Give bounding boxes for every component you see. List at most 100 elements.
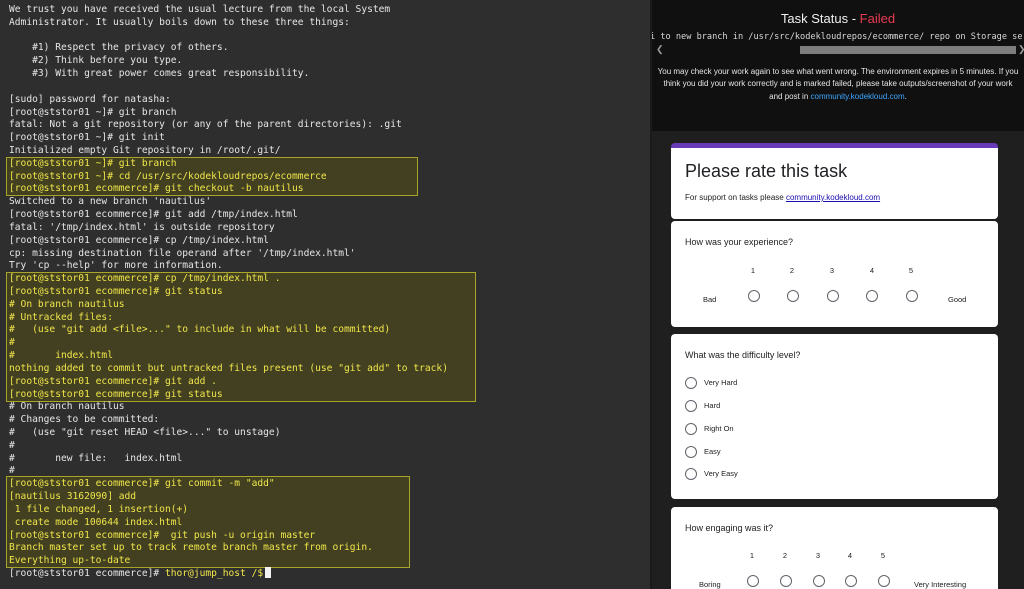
terminal-host-prompt: thor@jump_host /$ <box>164 568 264 579</box>
engagement-radio-5[interactable] <box>878 575 890 587</box>
engagement-question-card: How engaging was it? 1 2 3 4 5 Boring Ve… <box>671 507 998 589</box>
scale-low-label: Bad <box>703 295 717 304</box>
difficulty-option-label: Right On <box>704 424 734 433</box>
terminal-line: [root@ststor01 ecommerce]# cp /tmp/index… <box>9 235 269 246</box>
task-description-line: i to new branch in /usr/src/kodekloudrep… <box>652 32 1024 42</box>
message-line-2: think you did your work correctly and is… <box>663 79 1013 89</box>
difficulty-option-label: Very Hard <box>704 378 738 387</box>
difficulty-radio-right-on[interactable] <box>685 423 697 435</box>
terminal-line: [root@ststor01 ecommerce]# git status <box>9 286 223 297</box>
scale-number: 3 <box>815 551 821 560</box>
difficulty-option-label: Easy <box>704 447 721 456</box>
support-label: For support on tasks please <box>685 193 786 202</box>
terminal-line: [root@ststor01 ecommerce]# git checkout … <box>9 183 304 194</box>
scale-number: 1 <box>750 266 756 275</box>
terminal-line: # <box>9 465 15 476</box>
terminal-line: nothing added to commit but untracked fi… <box>9 363 448 374</box>
experience-question-title: How was your experience? <box>685 237 794 247</box>
scroll-left-icon[interactable]: ❮ <box>656 44 664 55</box>
scale-number: 5 <box>880 551 886 560</box>
terminal-line: fatal: '/tmp/index.html' is outside repo… <box>9 222 275 233</box>
difficulty-radio-hard[interactable] <box>685 400 697 412</box>
terminal-line: [root@ststor01 ecommerce]# git add . <box>9 376 217 387</box>
difficulty-question-card: What was the difficulty level? Very Hard… <box>671 334 998 499</box>
terminal-window[interactable]: We trust you have received the usual lec… <box>0 0 650 589</box>
terminal-prompt: [root@ststor01 ecommerce]# <box>9 568 165 579</box>
terminal-line: [root@ststor01 ~]# git branch <box>9 158 177 169</box>
terminal-line: [root@ststor01 ~]# git init <box>9 132 165 143</box>
experience-radio-1[interactable] <box>748 290 760 302</box>
terminal-line: # (use "git add <file>..." to include in… <box>9 324 391 335</box>
scale-low-label: Boring <box>699 580 721 589</box>
terminal-line: # index.html <box>9 350 113 361</box>
terminal-line: Branch master set up to track remote bra… <box>9 542 373 553</box>
experience-radio-3[interactable] <box>827 290 839 302</box>
terminal-line: # <box>9 440 15 451</box>
terminal-line: #2) Think before you type. <box>9 55 183 66</box>
difficulty-question-title: What was the difficulty level? <box>685 350 801 360</box>
terminal-line: # Changes to be committed: <box>9 414 160 425</box>
terminal-line: We trust you have received the usual lec… <box>9 4 391 15</box>
rate-task-title: Please rate this task <box>685 161 848 181</box>
rate-task-card: Please rate this task For support on tas… <box>671 143 998 219</box>
scale-number: 4 <box>847 551 853 560</box>
scale-number: 2 <box>782 551 788 560</box>
difficulty-radio-very-easy[interactable] <box>685 468 697 480</box>
terminal-line: Switched to a new branch 'nautilus' <box>9 196 212 207</box>
terminal-line: [nautilus 3162090] add <box>9 491 137 502</box>
terminal-line: Everything up-to-date <box>9 555 131 566</box>
scroll-right-icon[interactable]: ❯ <box>1018 44 1024 55</box>
terminal-line: # On branch nautilus <box>9 299 125 310</box>
experience-radio-4[interactable] <box>866 290 878 302</box>
terminal-input-line[interactable]: [root@ststor01 ecommerce]# thor@jump_hos… <box>9 567 272 580</box>
terminal-line: fatal: Not a git repository (or any of t… <box>9 119 402 130</box>
support-link[interactable]: community.kodekloud.com <box>786 193 880 202</box>
terminal-line: # On branch nautilus <box>9 401 125 412</box>
task-status-label: Task Status - <box>780 11 860 26</box>
scroll-thumb[interactable] <box>800 46 1016 54</box>
difficulty-option-label: Very Easy <box>704 469 738 478</box>
task-status-title: Task Status - Failed <box>652 11 1024 26</box>
experience-question-card: How was your experience? 1 2 3 4 5 Bad G… <box>671 221 998 327</box>
experience-radio-2[interactable] <box>787 290 799 302</box>
community-link[interactable]: community.kodekloud.com <box>811 92 905 101</box>
difficulty-radio-easy[interactable] <box>685 446 697 458</box>
terminal-line: # <box>9 337 15 348</box>
terminal-line: Administrator. It usually boils down to … <box>9 17 350 28</box>
message-line-3: and post in community.kodekloud.com. <box>652 91 1024 103</box>
horizontal-scrollbar[interactable]: ❮ ❯ <box>654 44 1024 55</box>
engagement-radio-3[interactable] <box>813 575 825 587</box>
scale-number: 1 <box>749 551 755 560</box>
support-text: For support on tasks please community.ko… <box>685 193 880 202</box>
task-status-result: Failed <box>859 11 896 26</box>
scale-number: 4 <box>869 266 875 275</box>
scale-number: 3 <box>829 266 835 275</box>
terminal-line: # new file: index.html <box>9 453 183 464</box>
engagement-radio-2[interactable] <box>780 575 792 587</box>
experience-radio-5[interactable] <box>906 290 918 302</box>
terminal-line: [sudo] password for natasha: <box>9 94 171 105</box>
terminal-line: [root@ststor01 ecommerce]# cp /tmp/index… <box>9 273 281 284</box>
terminal-line: Initialized empty Git repository in /roo… <box>9 145 281 156</box>
scale-number: 2 <box>789 266 795 275</box>
message-line-1: You may check your work again to see wha… <box>657 67 1019 76</box>
terminal-line: [root@ststor01 ecommerce]# git commit -m… <box>9 478 275 489</box>
difficulty-radio-very-hard[interactable] <box>685 377 697 389</box>
terminal-line: # (use "git reset HEAD <file>..." to uns… <box>9 427 281 438</box>
difficulty-option-label: Hard <box>704 401 721 410</box>
message-text: and post in <box>769 91 811 101</box>
message-end: . <box>904 91 907 101</box>
scale-high-label: Good <box>948 295 967 304</box>
terminal-cursor <box>265 567 272 578</box>
engagement-question-title: How engaging was it? <box>685 523 774 533</box>
scale-number: 5 <box>908 266 914 275</box>
terminal-line: create mode 100644 index.html <box>9 517 183 528</box>
engagement-radio-4[interactable] <box>845 575 857 587</box>
terminal-line: [root@ststor01 ecommerce]# git add /tmp/… <box>9 209 298 220</box>
scale-high-label: Very Interesting <box>914 580 967 589</box>
engagement-radio-1[interactable] <box>747 575 759 587</box>
terminal-line: #1) Respect the privacy of others. <box>9 42 229 53</box>
task-status-message: You may check your work again to see wha… <box>652 66 1024 103</box>
terminal-line: #3) With great power comes great respons… <box>9 68 310 79</box>
task-status-panel: Task Status - Failed i to new branch in … <box>652 0 1024 589</box>
